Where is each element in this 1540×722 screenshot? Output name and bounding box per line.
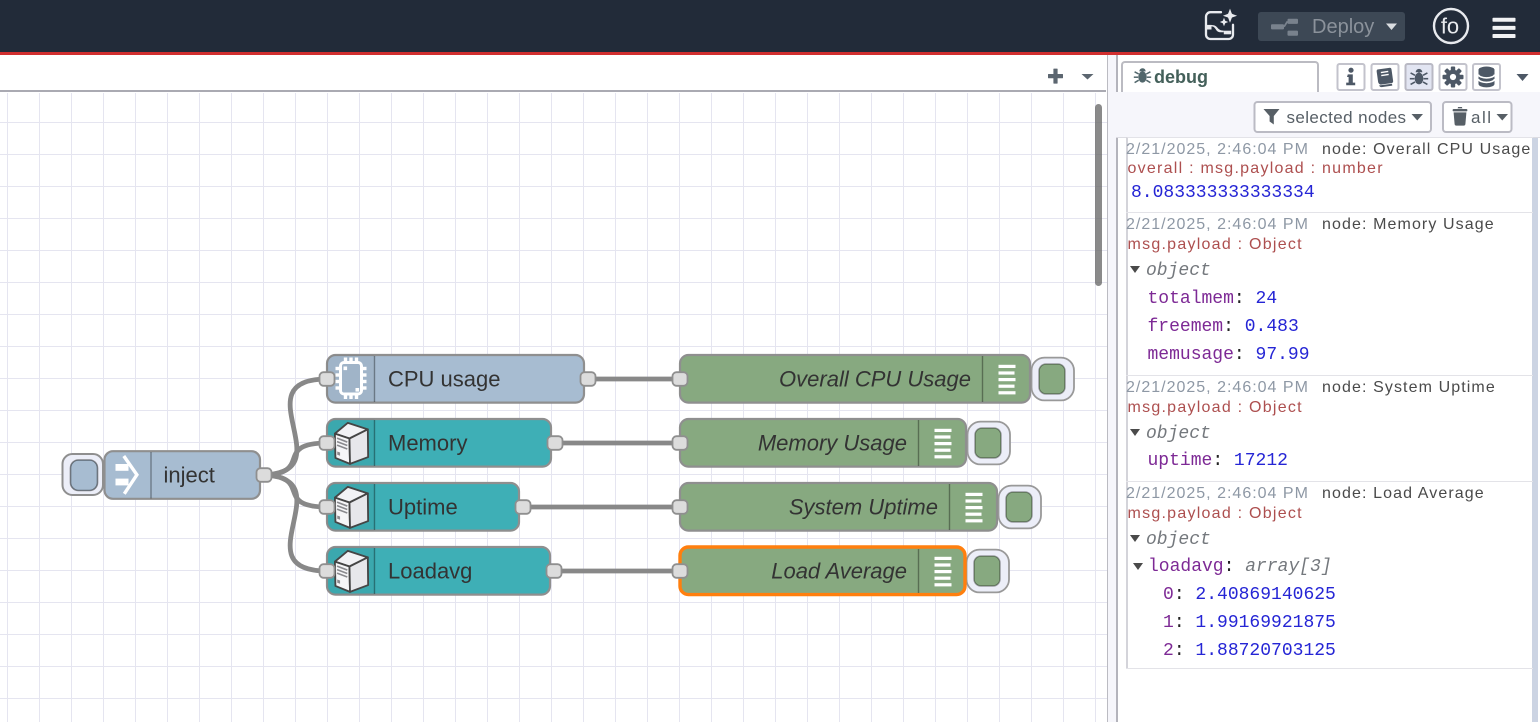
svg-text:Uptime: Uptime [388,495,458,520]
svg-text:Deploy: Deploy [1312,16,1374,38]
svg-text:System Uptime: System Uptime [789,495,938,520]
svg-text:Overall CPU Usage: Overall CPU Usage [779,367,971,392]
svg-text:debug: debug [1154,67,1208,87]
svg-text:all: all [1471,108,1493,127]
svg-text:selected nodes: selected nodes [1287,108,1407,127]
svg-text:Loadavg: Loadavg [388,559,472,584]
svg-text:inject: inject [164,463,215,488]
svg-text:Memory Usage: Memory Usage [758,431,907,456]
svg-text:Memory: Memory [388,431,467,456]
svg-text:CPU usage: CPU usage [388,367,501,392]
svg-text:Load Average: Load Average [771,559,907,584]
svg-text:fo: fo [1441,14,1459,39]
